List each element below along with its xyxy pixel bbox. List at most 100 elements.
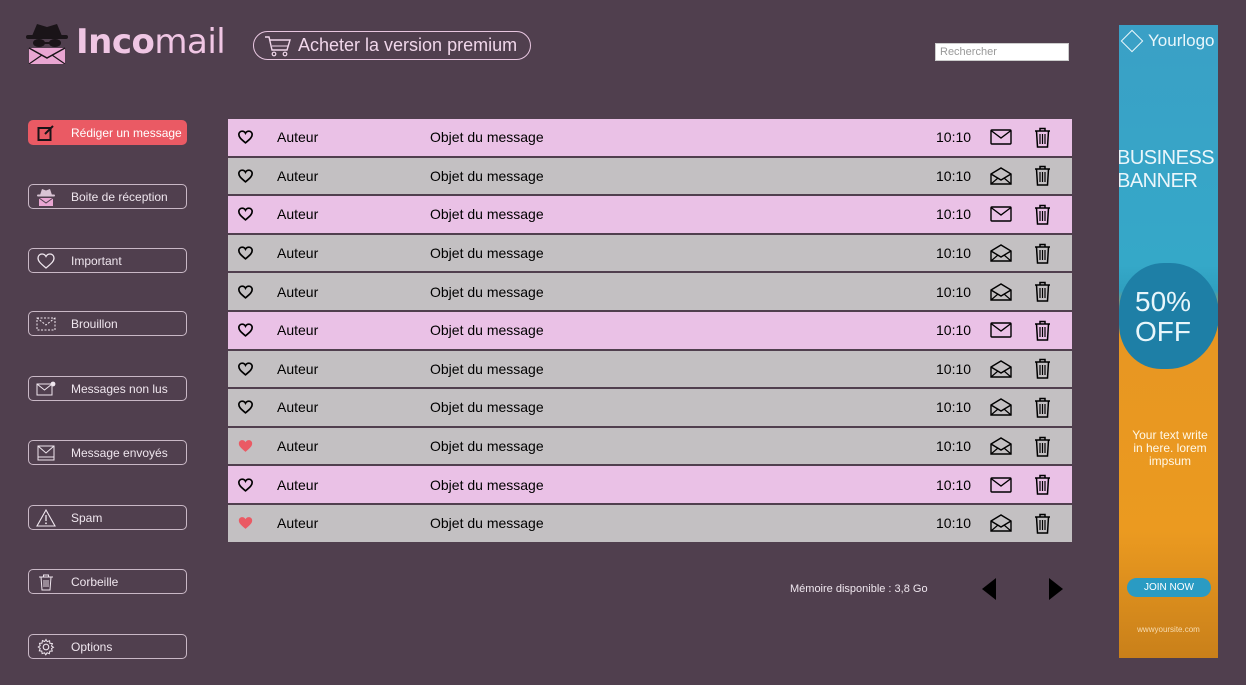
envelope-closed-icon[interactable] — [990, 321, 1012, 339]
search-input[interactable] — [935, 43, 1069, 61]
sidebar-item-label: Message envoyés — [71, 445, 168, 460]
mail-subject: Objet du message — [430, 399, 544, 416]
mail-time: 10:10 — [936, 476, 972, 493]
mail-author: Auteur — [277, 438, 319, 455]
trash-icon[interactable] — [1033, 281, 1051, 303]
ad-body-text: Your text write in here. lorem impsum — [1132, 428, 1208, 468]
mail-author: Auteur — [277, 167, 319, 184]
heart-icon[interactable] — [236, 128, 254, 146]
envelope-open-icon[interactable] — [990, 514, 1012, 532]
heart-icon[interactable] — [236, 398, 254, 416]
logo-text-bold: Inco — [76, 22, 155, 62]
envelope-open-icon[interactable] — [990, 244, 1012, 262]
sidebar-item-trash[interactable]: Corbeille — [28, 569, 187, 594]
sidebar-item-unread[interactable]: Messages non lus — [28, 376, 187, 401]
trash-icon[interactable] — [1033, 126, 1051, 148]
trash-icon[interactable] — [1033, 165, 1051, 187]
envelope-open-icon[interactable] — [990, 167, 1012, 185]
mail-row[interactable]: Auteur Objet du message 10:10 — [228, 234, 1072, 274]
ad-join-button[interactable]: JOIN NOW — [1127, 578, 1211, 597]
mail-row[interactable]: Auteur Objet du message 10:10 — [228, 504, 1072, 544]
heart-icon[interactable] — [236, 360, 254, 378]
mail-row[interactable]: Auteur Objet du message 10:10 — [228, 311, 1072, 351]
heart-icon[interactable] — [236, 167, 254, 185]
spy-inbox-icon — [35, 188, 57, 206]
ad-headline-line: BUSINESS — [1119, 147, 1215, 169]
envelope-open-icon[interactable] — [990, 282, 1012, 301]
mail-time: 10:10 — [936, 322, 972, 339]
envelope-open-icon[interactable] — [990, 437, 1012, 455]
envelope-open-icon[interactable] — [990, 398, 1012, 417]
mail-author: Auteur — [277, 322, 319, 339]
mail-subject: Objet du message — [430, 167, 544, 184]
mail-row[interactable]: Auteur Objet du message 10:10 — [228, 427, 1072, 467]
previous-page-icon[interactable] — [982, 578, 996, 600]
mail-subject: Objet du message — [430, 283, 544, 300]
mail-time: 10:10 — [936, 206, 972, 223]
heart-icon[interactable] — [236, 244, 254, 262]
trash-icon[interactable] — [1033, 435, 1051, 457]
gear-icon — [35, 638, 57, 656]
mail-row[interactable]: Auteur Objet du message 10:10 — [228, 196, 1072, 235]
trash-icon — [35, 573, 57, 591]
mail-subject: Objet du message — [430, 438, 544, 455]
warning-icon — [35, 508, 57, 527]
buy-premium-button[interactable]: Acheter la version premium — [253, 31, 531, 60]
trash-icon[interactable] — [1033, 512, 1051, 534]
sidebar-item-label: Corbeille — [71, 574, 119, 589]
unread-mail-icon — [35, 380, 57, 398]
mail-row[interactable]: Auteur Objet du message 10:10 — [228, 466, 1072, 505]
next-page-icon[interactable] — [1049, 578, 1063, 600]
heart-icon[interactable] — [236, 321, 254, 339]
heart-filled-icon[interactable] — [236, 514, 254, 532]
mail-author: Auteur — [277, 515, 319, 532]
envelope-open-icon[interactable] — [990, 360, 1012, 378]
sidebar-item-drafts[interactable]: Brouillon — [28, 311, 187, 336]
sidebar-item-options[interactable]: Options — [28, 634, 187, 659]
sidebar-item-compose[interactable]: Rédiger un message — [28, 120, 187, 145]
sidebar-item-spam[interactable]: Spam — [28, 505, 187, 530]
mail-subject: Objet du message — [430, 245, 544, 262]
mail-time: 10:10 — [936, 399, 972, 416]
heart-filled-icon[interactable] — [236, 437, 254, 455]
ad-site-url: wwwyoursite.com — [1137, 625, 1200, 634]
heart-icon[interactable] — [236, 283, 254, 301]
sidebar-item-sent[interactable]: Message envoyés — [28, 440, 187, 465]
mail-row[interactable]: Auteur Objet du message 10:10 — [228, 350, 1072, 390]
ad-headline-line: BANNER — [1119, 170, 1198, 192]
mail-time: 10:10 — [936, 167, 972, 184]
spy-logo-icon — [26, 24, 68, 64]
logo-text-regular: mail — [154, 22, 226, 62]
mail-row[interactable]: Auteur Objet du message 10:10 — [228, 273, 1072, 312]
app-logo[interactable]: Incomail — [24, 20, 226, 64]
mail-time: 10:10 — [936, 438, 972, 455]
heart-icon[interactable] — [236, 476, 254, 494]
mail-row[interactable]: Auteur Objet du message 10:10 — [228, 389, 1072, 428]
trash-icon[interactable] — [1033, 358, 1051, 380]
sidebar-item-label: Messages non lus — [71, 381, 168, 396]
trash-icon[interactable] — [1033, 396, 1051, 418]
mail-author: Auteur — [277, 245, 319, 262]
trash-icon[interactable] — [1033, 203, 1051, 225]
ad-banner[interactable]: Yourlogo BUSINESS BANNER 50% OFF Your text… — [1119, 25, 1218, 658]
mail-time: 10:10 — [936, 245, 972, 262]
ad-offer-percent: 50% — [1135, 286, 1192, 317]
shopping-cart-icon — [265, 35, 291, 56]
sidebar-item-inbox[interactable]: Boite de réception — [28, 184, 187, 209]
envelope-closed-icon[interactable] — [990, 476, 1012, 494]
heart-icon[interactable] — [236, 205, 254, 223]
mail-subject: Objet du message — [430, 515, 544, 532]
mail-time: 10:10 — [936, 360, 972, 377]
mail-row[interactable]: Auteur Objet du message 10:10 — [228, 157, 1072, 197]
trash-icon[interactable] — [1033, 242, 1051, 264]
trash-icon[interactable] — [1033, 474, 1051, 496]
sidebar-item-label: Rédiger un message — [71, 125, 182, 140]
mail-time: 10:10 — [936, 129, 972, 146]
sidebar-item-important[interactable]: Important — [28, 248, 187, 273]
trash-icon[interactable] — [1033, 319, 1051, 341]
envelope-closed-icon[interactable] — [990, 205, 1012, 223]
buy-premium-label: Acheter la version premium — [298, 35, 518, 55]
envelope-closed-icon[interactable] — [990, 128, 1012, 146]
ad-logo: Yourlogo — [1120, 29, 1215, 53]
mail-row[interactable]: Auteur Objet du message 10:10 — [228, 119, 1072, 158]
